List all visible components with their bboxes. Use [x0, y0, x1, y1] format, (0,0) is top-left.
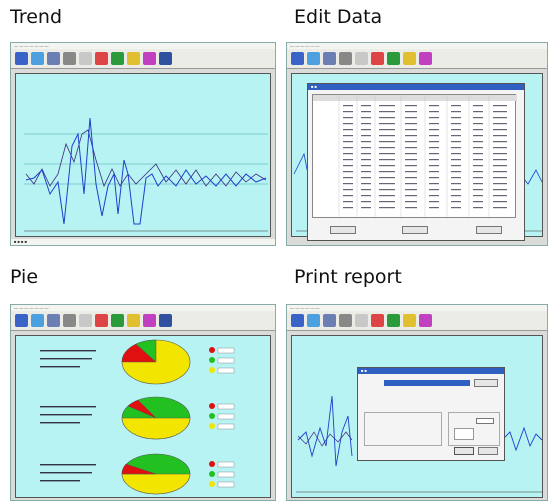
- settings-icon[interactable]: [127, 52, 140, 65]
- help-icon[interactable]: [419, 314, 432, 327]
- print-icon[interactable]: [339, 314, 352, 327]
- printer-properties-button[interactable]: [474, 379, 498, 387]
- save-icon[interactable]: [47, 314, 60, 327]
- pie-icon[interactable]: [387, 52, 400, 65]
- exit-icon[interactable]: [159, 52, 172, 65]
- pie-window: — — — — — — —: [10, 304, 276, 501]
- print-range-group: [364, 412, 442, 446]
- trend-window: — — — — — — — ■ ■ ■ ■: [10, 42, 276, 246]
- collate-icon: [454, 428, 474, 440]
- arrow-icon[interactable]: [31, 52, 44, 65]
- help-icon[interactable]: [419, 52, 432, 65]
- pie-legends: [209, 347, 235, 488]
- dialog-title-bar: ■ ■: [308, 84, 524, 90]
- chart-icon[interactable]: [15, 52, 28, 65]
- pie-canvas: [15, 335, 271, 498]
- help-icon[interactable]: [143, 52, 156, 65]
- exit-icon[interactable]: [159, 314, 172, 327]
- print-ok-button[interactable]: [454, 447, 474, 455]
- status-bar: ■ ■ ■ ■: [11, 239, 275, 245]
- bar-icon[interactable]: [371, 314, 384, 327]
- bar-icon[interactable]: [95, 314, 108, 327]
- bar-icon[interactable]: [95, 52, 108, 65]
- toolbar: [287, 311, 547, 331]
- trend-chart: [15, 73, 271, 237]
- edit-icon[interactable]: [355, 314, 368, 327]
- save-icon[interactable]: [323, 314, 336, 327]
- toolbar: [11, 311, 275, 331]
- print-cancel-button[interactable]: [478, 447, 498, 455]
- data-table: [312, 94, 517, 219]
- edit-data-dialog: ■ ■: [307, 83, 525, 241]
- dialog-cancel-button[interactable]: [402, 226, 428, 234]
- edit-icon[interactable]: [79, 314, 92, 327]
- print-icon[interactable]: [339, 52, 352, 65]
- chart-icon[interactable]: [291, 52, 304, 65]
- settings-icon[interactable]: [403, 52, 416, 65]
- chart-icon[interactable]: [291, 314, 304, 327]
- print-icon[interactable]: [63, 314, 76, 327]
- bar-icon[interactable]: [371, 52, 384, 65]
- arrow-icon[interactable]: [307, 314, 320, 327]
- pie-icon[interactable]: [111, 314, 124, 327]
- copies-stepper[interactable]: [476, 418, 494, 424]
- toolbar: [11, 49, 275, 69]
- settings-icon[interactable]: [127, 314, 140, 327]
- arrow-icon[interactable]: [31, 314, 44, 327]
- y-gridlines: [24, 133, 268, 185]
- caption-print-report: Print report: [294, 266, 402, 288]
- caption-trend: Trend: [10, 6, 62, 28]
- caption-pie: Pie: [10, 266, 39, 288]
- pie-charts: [40, 339, 235, 495]
- help-icon[interactable]: [143, 314, 156, 327]
- pie-systolic: [121, 339, 191, 385]
- save-icon[interactable]: [47, 52, 60, 65]
- dialog-title-bar: ■ ■: [358, 368, 504, 374]
- print-report-window: — — — — — — ■ ■: [286, 304, 548, 501]
- dialog-apply-button[interactable]: [476, 226, 502, 234]
- edit-icon[interactable]: [79, 52, 92, 65]
- arrow-icon[interactable]: [307, 52, 320, 65]
- caption-edit-data: Edit Data: [294, 6, 383, 28]
- printer-select[interactable]: [384, 380, 470, 386]
- dialog-ok-button[interactable]: [330, 226, 356, 234]
- print-icon[interactable]: [63, 52, 76, 65]
- save-icon[interactable]: [323, 52, 336, 65]
- toolbar: [287, 49, 547, 69]
- edit-icon[interactable]: [355, 52, 368, 65]
- settings-icon[interactable]: [403, 314, 416, 327]
- pie-heart-rate: [121, 453, 191, 495]
- edit-data-window: — — — — — — ■ ■: [286, 42, 548, 246]
- print-dialog: ■ ■: [357, 367, 505, 461]
- chart-icon[interactable]: [15, 314, 28, 327]
- pie-icon[interactable]: [111, 52, 124, 65]
- pie-diastolic: [121, 396, 191, 440]
- pie-icon[interactable]: [387, 314, 400, 327]
- stat-lines: [40, 350, 96, 482]
